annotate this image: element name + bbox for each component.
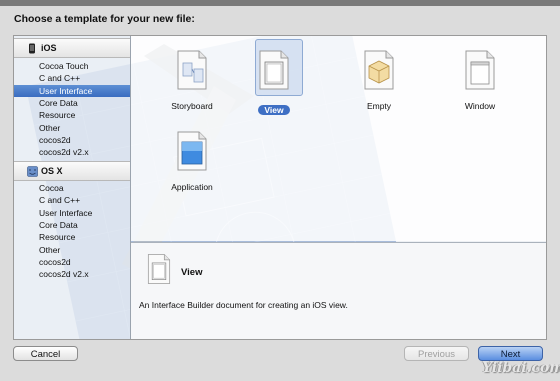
window-icon — [458, 46, 502, 94]
sidebar-item-user-interface[interactable]: User Interface — [14, 84, 130, 97]
view-icon — [145, 253, 173, 285]
description-title: View — [181, 267, 203, 278]
watermark-logo: Yiibai.com — [482, 360, 560, 376]
storyboard-icon — [170, 46, 214, 94]
empty-icon — [357, 46, 401, 94]
template-category-sidebar: iOS Cocoa Touch C and C++ User Interface… — [14, 36, 131, 339]
sidebar-item-user-interface[interactable]: User Interface — [14, 207, 130, 219]
sidebar-item-core-data[interactable]: Core Data — [14, 97, 130, 109]
view-icon — [252, 46, 296, 94]
sidebar-item-resource[interactable]: Resource — [14, 231, 130, 243]
template-label: Empty — [366, 101, 392, 111]
sidebar-item-resource[interactable]: Resource — [14, 109, 130, 121]
sidebar-item-cocoa-touch[interactable]: Cocoa Touch — [14, 60, 130, 72]
sidebar-item-cocos2d[interactable]: cocos2d — [14, 134, 130, 146]
template-empty[interactable]: Empty — [339, 46, 419, 111]
template-window[interactable]: Window — [440, 46, 520, 111]
template-application[interactable]: Application — [152, 127, 232, 192]
application-icon — [170, 127, 214, 175]
sidebar-group-label: OS X — [41, 166, 63, 176]
sidebar-item-cocos2d-v2[interactable]: cocos2d v2.x — [14, 146, 130, 158]
cancel-button[interactable]: Cancel — [13, 346, 78, 361]
sidebar-group-ios[interactable]: iOS — [14, 38, 130, 58]
template-chooser-panel: iOS Cocoa Touch C and C++ User Interface… — [13, 35, 547, 340]
next-button[interactable]: Next — [478, 346, 543, 361]
sidebar-group-osx[interactable]: OS X — [14, 161, 130, 181]
osx-finder-icon — [27, 165, 38, 177]
sidebar-item-cocoa[interactable]: Cocoa — [14, 182, 130, 194]
template-grid: Storyboard View Empty Window Application — [131, 36, 546, 241]
template-label: Window — [464, 101, 496, 111]
previous-button[interactable]: Previous — [404, 346, 469, 361]
sidebar-item-c-and-cpp[interactable]: C and C++ — [14, 72, 130, 84]
template-storyboard[interactable]: Storyboard — [152, 46, 232, 111]
sidebar-item-core-data[interactable]: Core Data — [14, 219, 130, 231]
sidebar-group-label: iOS — [41, 43, 57, 53]
template-label: View — [258, 105, 290, 115]
template-view[interactable]: View — [234, 39, 314, 115]
ios-device-icon — [27, 43, 37, 54]
sidebar-item-cocos2d[interactable]: cocos2d — [14, 256, 130, 268]
template-label: Storyboard — [171, 101, 213, 111]
sidebar-item-c-and-cpp[interactable]: C and C++ — [14, 194, 130, 206]
sidebar-item-other[interactable]: Other — [14, 244, 130, 256]
template-description-area: View An Interface Builder document for c… — [131, 242, 546, 339]
dialog-title: Choose a template for your new file: — [14, 13, 195, 25]
template-label: Application — [171, 182, 213, 192]
sidebar-item-cocos2d-v2[interactable]: cocos2d v2.x — [14, 268, 130, 280]
description-text: An Interface Builder document for creati… — [139, 300, 348, 310]
sidebar-item-other[interactable]: Other — [14, 122, 130, 134]
window-top-edge — [0, 0, 560, 6]
